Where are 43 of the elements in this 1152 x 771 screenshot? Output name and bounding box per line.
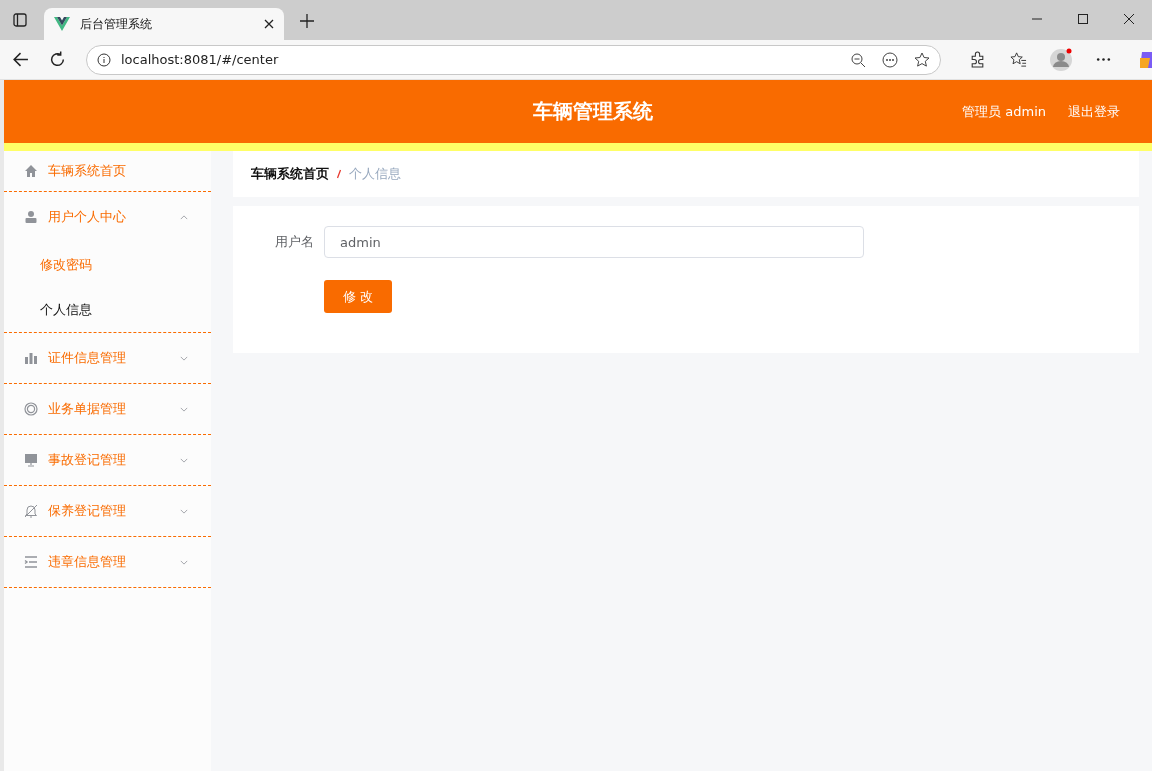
home-icon [24,164,38,178]
breadcrumb-separator [337,169,341,179]
submenu-title[interactable]: 保养登记管理 [4,486,211,536]
submenu-title[interactable]: 用户个人中心 [4,192,211,242]
submenu-title[interactable]: 证件信息管理 [4,333,211,383]
submenu-title[interactable]: 事故登记管理 [4,435,211,485]
favorites-icon[interactable] [1010,51,1027,68]
bell-off-icon [24,504,38,518]
submenu-item[interactable]: 修改密码 [4,242,211,287]
logout-link[interactable]: 退出登录 [1068,102,1120,121]
person-icon [24,210,38,224]
user-label: 管理员 admin [962,102,1046,121]
field-label: 用户名 [275,233,315,251]
copilot-logo-icon[interactable] [1138,49,1152,70]
info-icon [97,52,111,67]
close-icon[interactable] [1124,14,1134,24]
star-icon[interactable] [914,51,930,68]
menu-item[interactable]: 车辆系统首页 [4,151,211,191]
breadcrumb-item: 个人信息 [349,165,401,183]
more-icon[interactable] [882,51,898,68]
app-title: 车辆管理系统 [532,98,655,125]
profile-avatar-icon[interactable] [1049,47,1073,72]
breadcrumb-item[interactable]: 车辆系统首页 [251,165,329,183]
back-arrow-icon[interactable] [12,51,29,68]
v-logo-icon [54,17,70,31]
submenu-title[interactable]: 违章信息管理 [4,537,211,587]
bar-chart-icon [24,351,38,365]
address-bar[interactable]: localhost:8081/#/center [86,44,941,75]
new-tab-icon[interactable] [300,14,314,28]
edit-button[interactable]: 修 改 [324,280,392,313]
tab-actions-icon[interactable] [12,12,28,28]
maximize-icon[interactable] [1078,14,1088,24]
input-field[interactable]: admin [324,226,864,258]
zoom-out-icon[interactable] [850,51,866,68]
submenu-item[interactable]: 个人信息 [4,287,211,332]
monitor-icon [24,453,38,467]
ring-icon [24,402,38,416]
browser-tab[interactable]: 后台管理系统 [44,8,284,40]
list-icon [24,555,38,569]
puzzle-icon[interactable] [969,51,986,68]
close-icon[interactable] [264,19,274,29]
submenu-title[interactable]: 业务单据管理 [4,384,211,434]
reload-icon[interactable] [49,51,66,68]
